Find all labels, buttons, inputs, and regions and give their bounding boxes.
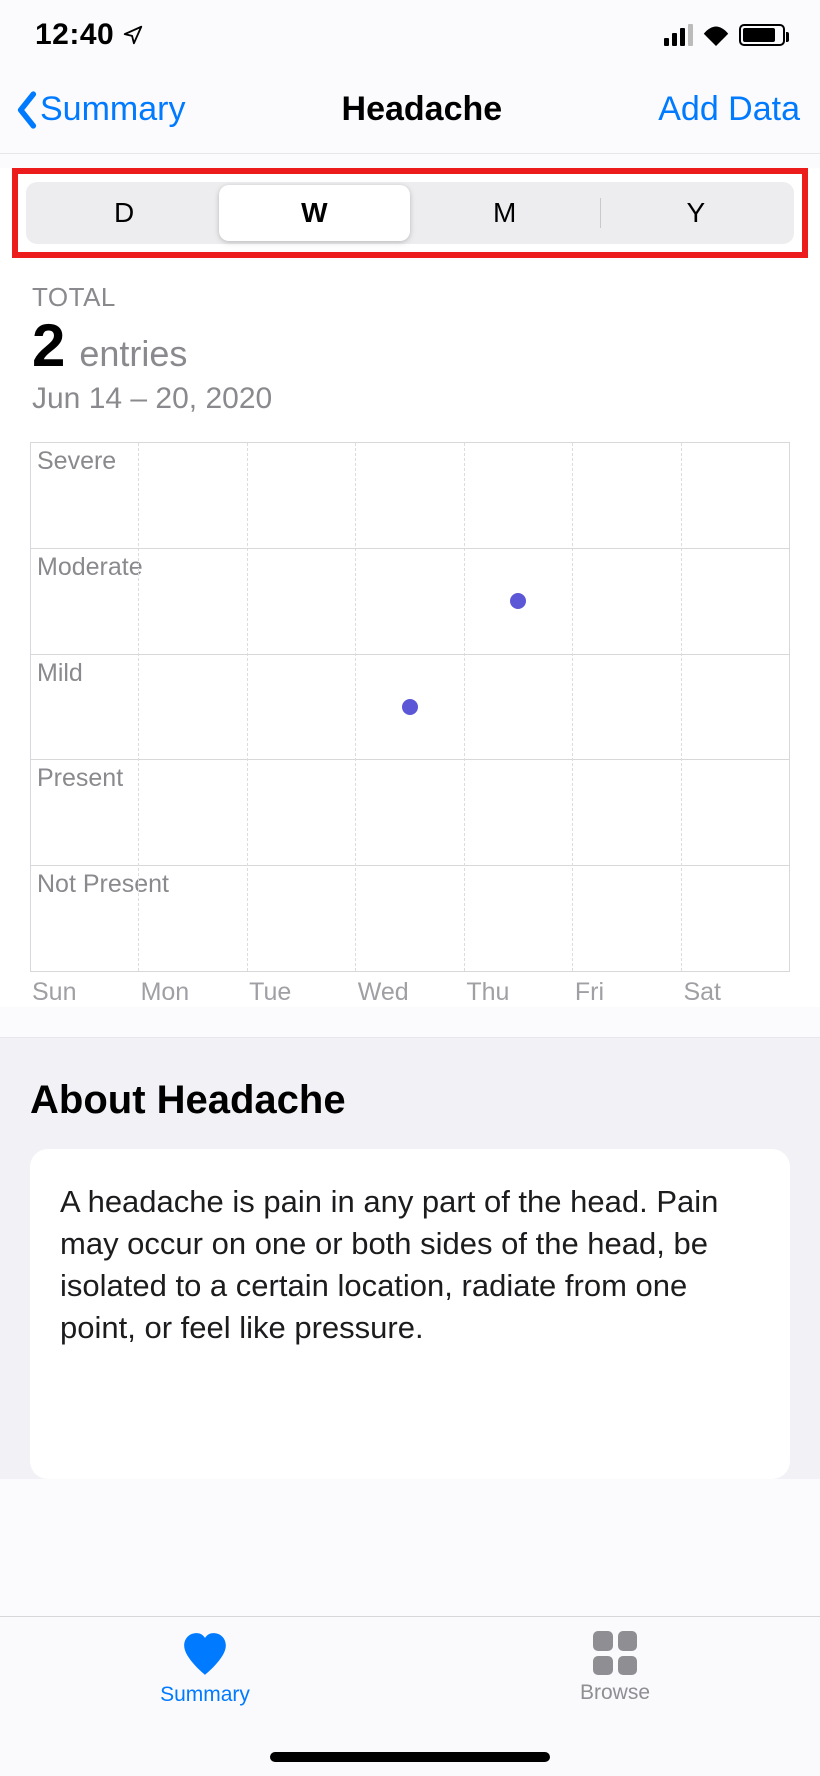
content: DWMY TOTAL 2 entries Jun 14 – 20, 2020 S…: [0, 168, 820, 1007]
status-bar: 12:40: [0, 0, 820, 60]
cellular-icon: [664, 24, 693, 46]
heart-icon: [180, 1631, 230, 1677]
chart-x-label: Sat: [681, 978, 790, 1007]
about-section: About Headache A headache is pain in any…: [0, 1037, 820, 1479]
chart-col: [247, 443, 355, 971]
total-unit: entries: [79, 333, 187, 375]
battery-icon: [739, 24, 785, 46]
back-label: Summary: [40, 90, 185, 129]
total-label: TOTAL: [32, 282, 788, 313]
chart-x-label: Tue: [247, 978, 356, 1007]
grid-icon: [593, 1631, 637, 1675]
segment-y[interactable]: Y: [601, 185, 791, 241]
location-icon: [122, 24, 144, 46]
about-card[interactable]: A headache is pain in any part of the he…: [30, 1149, 790, 1479]
about-body: A headache is pain in any part of the he…: [60, 1181, 760, 1348]
clock-time: 12:40: [35, 18, 114, 52]
segment-d[interactable]: D: [29, 185, 219, 241]
chart-x-label: Sun: [30, 978, 139, 1007]
chart-col: [681, 443, 789, 971]
total-summary: TOTAL 2 entries Jun 14 – 20, 2020: [0, 272, 820, 424]
date-range: Jun 14 – 20, 2020: [32, 382, 788, 416]
segment-m[interactable]: M: [410, 185, 600, 241]
time-range-segmented-control[interactable]: DWMY: [26, 182, 794, 244]
chart-x-label: Wed: [356, 978, 465, 1007]
chart-x-axis: SunMonTueWedThuFriSat: [30, 978, 790, 1007]
time-range-highlight: DWMY: [12, 168, 808, 258]
status-right: [664, 24, 785, 46]
chart-point[interactable]: [402, 699, 418, 715]
chart-col: [572, 443, 680, 971]
nav-bar: Summary Headache Add Data: [0, 60, 820, 154]
chart-x-label: Thu: [464, 978, 573, 1007]
chart-col: [464, 443, 572, 971]
chart-col: [138, 443, 246, 971]
chevron-left-icon: [14, 91, 40, 129]
total-count: 2: [32, 311, 65, 380]
add-data-button[interactable]: Add Data: [658, 90, 800, 129]
page-title: Headache: [342, 90, 503, 129]
chart-x-label: Mon: [139, 978, 248, 1007]
chart-col: [31, 443, 138, 971]
tab-label: Summary: [160, 1683, 250, 1707]
chart-point[interactable]: [510, 593, 526, 609]
segment-w[interactable]: W: [219, 185, 409, 241]
status-left: 12:40: [35, 18, 144, 52]
back-button[interactable]: Summary: [14, 90, 185, 129]
tab-label: Browse: [580, 1681, 650, 1705]
wifi-icon: [701, 24, 731, 46]
headache-chart[interactable]: SevereModerateMildPresentNot Present: [30, 442, 790, 972]
chart-x-label: Fri: [573, 978, 682, 1007]
home-indicator: [270, 1752, 550, 1762]
about-heading: About Headache: [30, 1078, 790, 1123]
